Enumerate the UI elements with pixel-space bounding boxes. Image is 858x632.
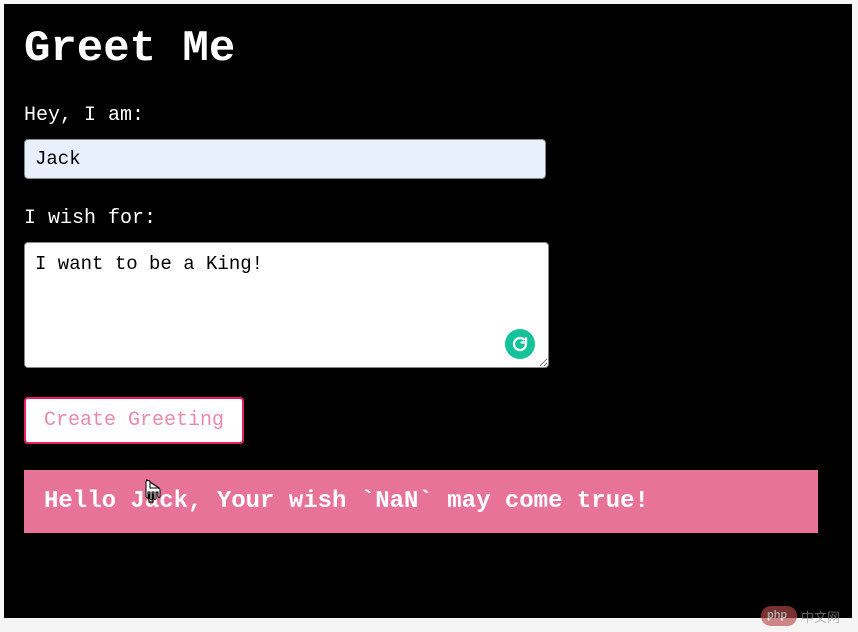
wish-label: I wish for: xyxy=(24,207,832,230)
create-greeting-button[interactable]: Create Greeting xyxy=(24,397,244,444)
name-label: Hey, I am: xyxy=(24,104,832,127)
watermark-logo-icon xyxy=(761,606,797,626)
wish-textarea-wrap xyxy=(24,242,549,373)
wish-textarea[interactable] xyxy=(24,242,549,368)
app-panel: Greet Me Hey, I am: I wish for: Create G… xyxy=(4,4,852,618)
watermark-text: 中文网 xyxy=(801,607,840,626)
name-input[interactable] xyxy=(24,139,546,179)
cursor-pointer-icon xyxy=(140,478,164,506)
page-title: Greet Me xyxy=(24,24,832,74)
watermark: 中文网 xyxy=(761,606,840,626)
grammarly-icon[interactable] xyxy=(505,329,535,359)
